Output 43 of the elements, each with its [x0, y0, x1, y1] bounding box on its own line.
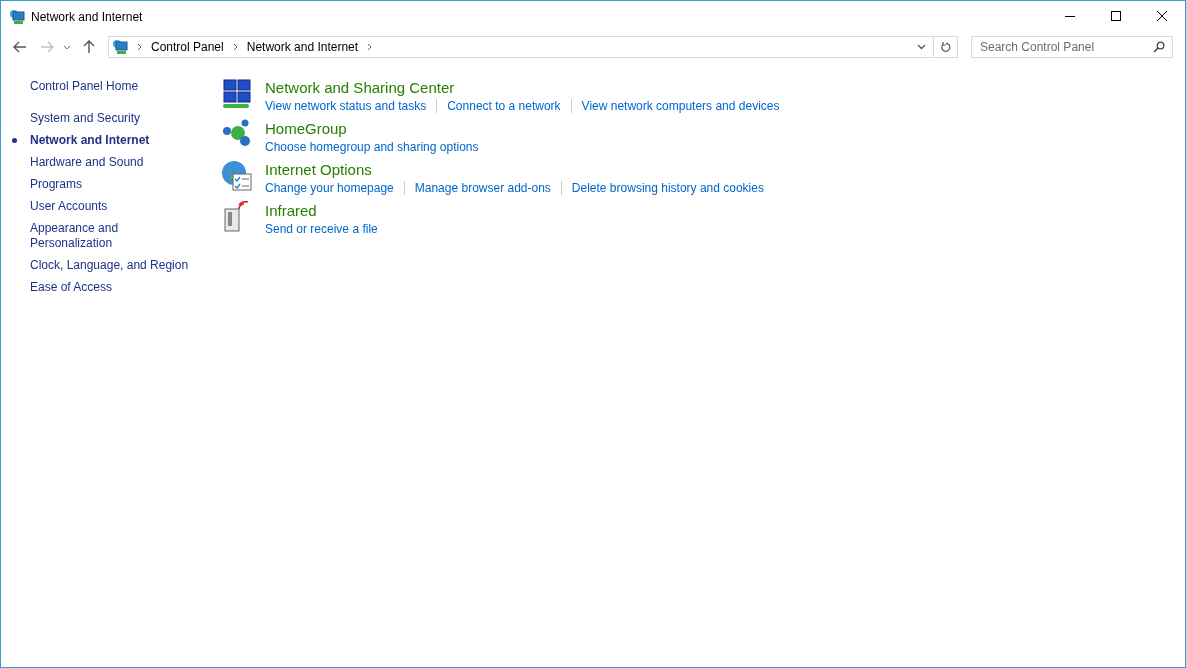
task-link[interactable]: Choose homegroup and sharing options — [265, 139, 479, 155]
sidebar-link[interactable]: Appearance and Personalization — [30, 221, 191, 251]
task-link[interactable]: Manage browser add-ons — [414, 180, 551, 196]
sidebar-link[interactable]: Programs — [30, 177, 191, 192]
task-link[interactable]: Delete browsing history and cookies — [571, 180, 764, 196]
category-heading-link[interactable]: Internet Options — [265, 160, 372, 180]
network-monitor-icon — [9, 8, 25, 25]
close-icon — [1157, 11, 1167, 21]
category-heading-link[interactable]: Network and Sharing Center — [265, 78, 455, 98]
network-monitor-icon — [112, 39, 128, 55]
sidebar-link[interactable]: Control Panel Home — [30, 78, 191, 94]
sidebar-link[interactable]: User Accounts — [30, 199, 191, 214]
sidebar-link[interactable]: System and Security — [30, 111, 191, 126]
search-field[interactable]: Search Control Panel — [971, 36, 1173, 58]
task-link[interactable]: Change your homepage — [265, 180, 394, 196]
refresh-icon[interactable] — [940, 41, 951, 53]
breadcrumb[interactable]: Network and Internet — [246, 40, 359, 54]
sidebar-link[interactable]: Network and Internet — [30, 133, 191, 148]
task-link[interactable]: Connect to a network — [447, 98, 561, 114]
chevron-icon[interactable] — [367, 43, 373, 51]
task-link[interactable]: View network computers and devices — [581, 98, 780, 114]
search-icon — [1153, 41, 1165, 53]
address-bar[interactable]: Control Panel Network and Internet — [108, 36, 958, 58]
sidebar-link[interactable]: Clock, Language, and Region — [30, 258, 191, 273]
dropdown-caret-icon[interactable] — [917, 44, 926, 50]
maximize-icon — [1111, 11, 1121, 21]
sidebar-link[interactable]: Ease of Access — [30, 280, 191, 295]
task-link[interactable]: Send or receive a file — [265, 221, 378, 237]
sidebar-link[interactable]: Hardware and Sound — [30, 155, 191, 170]
breadcrumb[interactable]: Control Panel — [151, 40, 224, 54]
category-heading-link[interactable]: HomeGroup — [265, 119, 347, 139]
window-title: Network and Internet — [31, 9, 143, 24]
infrared-device-icon — [221, 201, 251, 233]
network-computers-icon — [221, 78, 253, 110]
homegroup-bubbles-icon — [221, 119, 253, 147]
category-heading-link[interactable]: Infrared — [265, 201, 317, 221]
dropdown-caret-icon[interactable] — [63, 44, 71, 50]
chevron-icon — [137, 43, 142, 51]
up-arrow-icon[interactable] — [83, 40, 95, 54]
globe-checklist-icon — [221, 160, 253, 192]
task-link[interactable]: View network status and tasks — [265, 98, 427, 114]
back-arrow-icon[interactable] — [13, 41, 27, 53]
chevron-icon[interactable] — [232, 43, 238, 51]
